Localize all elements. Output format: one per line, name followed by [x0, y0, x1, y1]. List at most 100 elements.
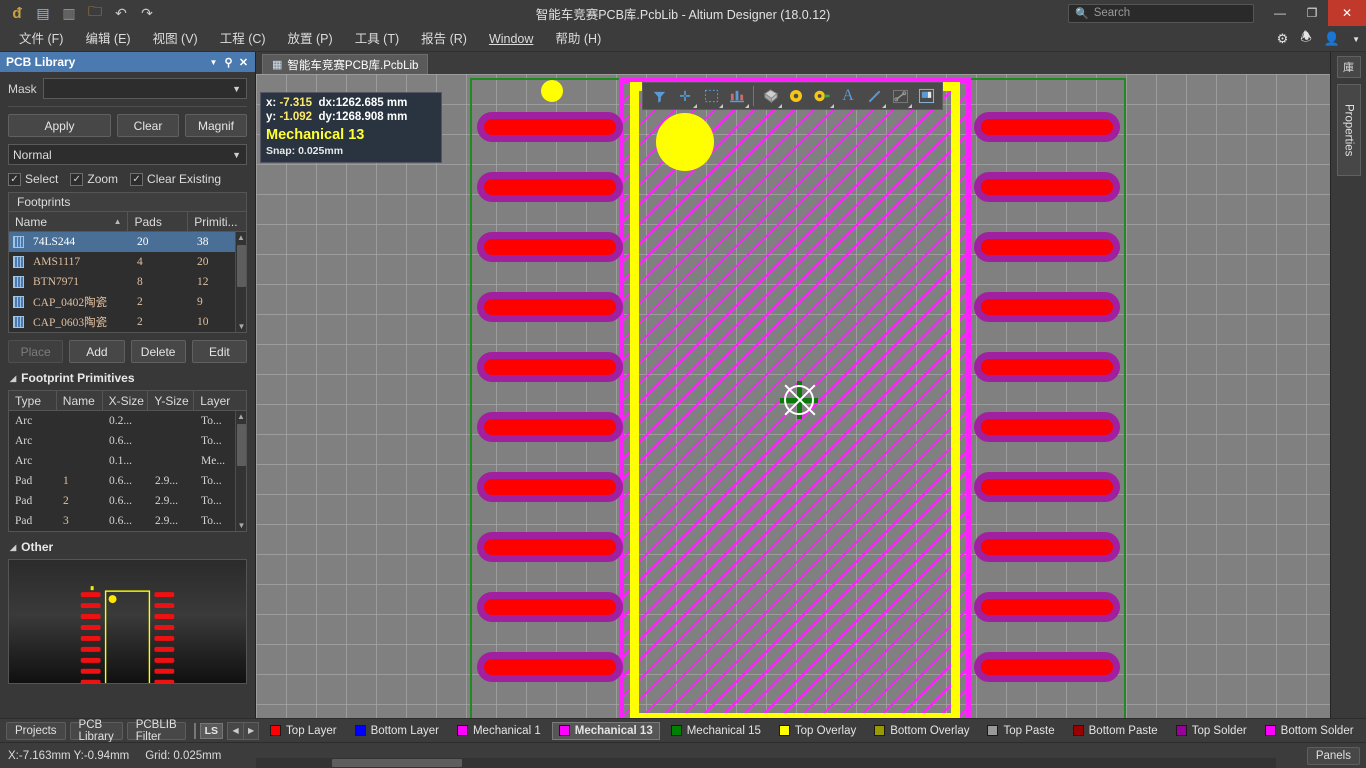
edit-button[interactable]: Edit — [191, 340, 247, 363]
minimize-button[interactable]: — — [1264, 0, 1296, 26]
table-row[interactable]: Arc 0.1... Me... — [9, 451, 246, 471]
layer-tab-mechanical-13[interactable]: Mechanical 13 — [551, 721, 660, 740]
place-line-icon[interactable] — [861, 83, 887, 109]
layer-tab-bottom-layer[interactable]: Bottom Layer — [348, 722, 446, 740]
pad[interactable] — [477, 472, 623, 502]
menu-edit[interactable]: 编辑 (E) — [74, 26, 141, 52]
scroll-up-icon[interactable]: ▲ — [236, 411, 246, 422]
table-row[interactable]: AMS1117 4 20 — [9, 252, 246, 272]
pad[interactable] — [477, 352, 623, 382]
pad[interactable] — [974, 352, 1120, 382]
footprint-primitives-header[interactable]: ◢ Footprint Primitives — [10, 371, 247, 385]
pad[interactable] — [477, 292, 623, 322]
menu-help[interactable]: 帮助 (H) — [544, 26, 612, 52]
open-folder-icon[interactable]: 🗀 — [84, 2, 106, 24]
active-layer-color-chip[interactable] — [193, 722, 196, 739]
column-pads[interactable]: Pads — [128, 212, 189, 231]
column-primitives[interactable]: Primiti... — [188, 212, 246, 231]
filter-funnel-icon[interactable] — [646, 83, 672, 109]
clear-button[interactable]: Clear — [117, 114, 179, 137]
user-account-icon[interactable]: 👤 — [1324, 31, 1340, 47]
add-button[interactable]: Add — [69, 340, 125, 363]
panels-button[interactable]: Panels — [1306, 746, 1360, 765]
mask-input[interactable]: ▼ — [42, 78, 247, 99]
layer-tab-top-layer[interactable]: Top Layer — [263, 722, 344, 740]
pad[interactable] — [477, 232, 623, 262]
pad[interactable] — [477, 112, 623, 142]
document-tab[interactable]: ▦ 智能车竞赛PCB库.PcbLib — [262, 54, 429, 74]
menu-project[interactable]: 工程 (C) — [209, 26, 277, 52]
pin1-marker-large[interactable] — [656, 113, 714, 171]
place-text-icon[interactable]: A — [835, 83, 861, 109]
pad[interactable] — [974, 532, 1120, 562]
column-xsize[interactable]: X-Size — [103, 391, 149, 410]
magnify-button[interactable]: Magnif — [185, 114, 247, 137]
layer-tab-top-paste[interactable]: Top Paste — [980, 722, 1061, 740]
panel-tab-pcblib-filter[interactable]: PCBLIB Filter — [126, 719, 186, 743]
layer-tab-mechanical-1[interactable]: Mechanical 1 — [450, 722, 548, 740]
layer-tab-mechanical-15[interactable]: Mechanical 15 — [664, 722, 768, 740]
menu-view[interactable]: 视图 (V) — [142, 26, 209, 52]
place-dimension-icon[interactable] — [887, 83, 913, 109]
panel-dropdown-icon[interactable]: ▼ — [206, 58, 221, 67]
place-via-icon[interactable] — [783, 83, 809, 109]
pad[interactable] — [974, 592, 1120, 622]
pad[interactable] — [477, 652, 623, 682]
layer-prev-button[interactable]: ◀ — [228, 723, 243, 739]
crosshair-icon[interactable]: ✛ — [672, 83, 698, 109]
search-input[interactable]: 🔍 Search — [1068, 3, 1254, 23]
place-component-icon[interactable] — [757, 83, 783, 109]
table-row[interactable]: BTN7971 8 12 — [9, 272, 246, 292]
table-row[interactable]: CAP_0603陶瓷 2 10 — [9, 312, 246, 332]
altium-logo-icon[interactable]: ᵭ — [6, 2, 28, 24]
table-row[interactable]: Arc 0.6... To... — [9, 431, 246, 451]
pad[interactable] — [974, 112, 1120, 142]
table-row[interactable]: Arc 0.2... To... — [9, 411, 246, 431]
pad[interactable] — [974, 172, 1120, 202]
pad[interactable] — [974, 472, 1120, 502]
column-type[interactable]: Type — [9, 391, 57, 410]
table-row[interactable]: CAP_0402陶瓷 2 9 — [9, 292, 246, 312]
footprint-preview[interactable] — [8, 559, 247, 684]
canvas-horizontal-scrollbar[interactable] — [256, 758, 1276, 768]
layer-sets-button[interactable]: LS — [199, 722, 224, 739]
table-row[interactable]: 74LS244 20 38 — [9, 232, 246, 252]
other-section-header[interactable]: ◢ Other — [10, 540, 247, 554]
undo-icon[interactable]: ↶ — [110, 2, 132, 24]
pin-panel-icon[interactable]: ⚲ — [221, 56, 236, 69]
settings-gear-icon[interactable]: ⚙ — [1277, 31, 1289, 47]
table-row[interactable]: Pad 2 0.6... 2.9... To... — [9, 491, 246, 511]
table-row[interactable]: Pad 3 0.6... 2.9... To... — [9, 511, 246, 531]
close-button[interactable]: ✕ — [1328, 0, 1366, 26]
layer-tab-top-solder[interactable]: Top Solder — [1169, 722, 1254, 740]
scroll-down-icon[interactable]: ▼ — [236, 520, 247, 531]
column-ysize[interactable]: Y-Size — [148, 391, 195, 410]
clear-existing-checkbox[interactable]: ✓ — [130, 172, 144, 186]
properties-tab[interactable]: Properties — [1336, 84, 1361, 176]
delete-button[interactable]: Delete — [130, 340, 186, 363]
pad[interactable] — [974, 232, 1120, 262]
zoom-checkbox[interactable]: ✓ — [70, 172, 84, 186]
menu-place[interactable]: 放置 (P) — [277, 26, 344, 52]
menu-reports[interactable]: 报告 (R) — [410, 26, 478, 52]
column-name[interactable]: Name ▲ — [9, 212, 129, 231]
table-row[interactable]: Pad 1 0.6... 2.9... To... — [9, 471, 246, 491]
layer-tab-bottom-solder[interactable]: Bottom Solder — [1258, 722, 1361, 740]
layer-tab-bottom-paste[interactable]: Bottom Paste — [1066, 722, 1165, 740]
panel-tab-projects[interactable]: Projects — [6, 721, 66, 740]
scrollbar-thumb[interactable] — [237, 245, 246, 287]
selection-rect-icon[interactable] — [698, 83, 724, 109]
close-panel-icon[interactable]: ✕ — [236, 56, 251, 69]
save-icon[interactable]: ▤ — [32, 2, 54, 24]
footprints-scrollbar[interactable]: ▲ ▼ — [235, 232, 246, 332]
scroll-down-icon[interactable]: ▼ — [236, 321, 247, 332]
menu-file[interactable]: 文件 (F) — [8, 26, 74, 52]
mode-select[interactable]: Normal ▼ — [8, 144, 247, 165]
chevron-down-icon[interactable]: ▼ — [1352, 35, 1360, 44]
library-panel-icon[interactable]: 庫 — [1336, 56, 1361, 78]
notifications-bell-icon[interactable]: 🕭 — [1300, 28, 1312, 50]
place-pad-icon[interactable] — [809, 83, 835, 109]
pad[interactable] — [974, 652, 1120, 682]
pad[interactable] — [477, 532, 623, 562]
place-button[interactable]: Place — [8, 340, 64, 363]
